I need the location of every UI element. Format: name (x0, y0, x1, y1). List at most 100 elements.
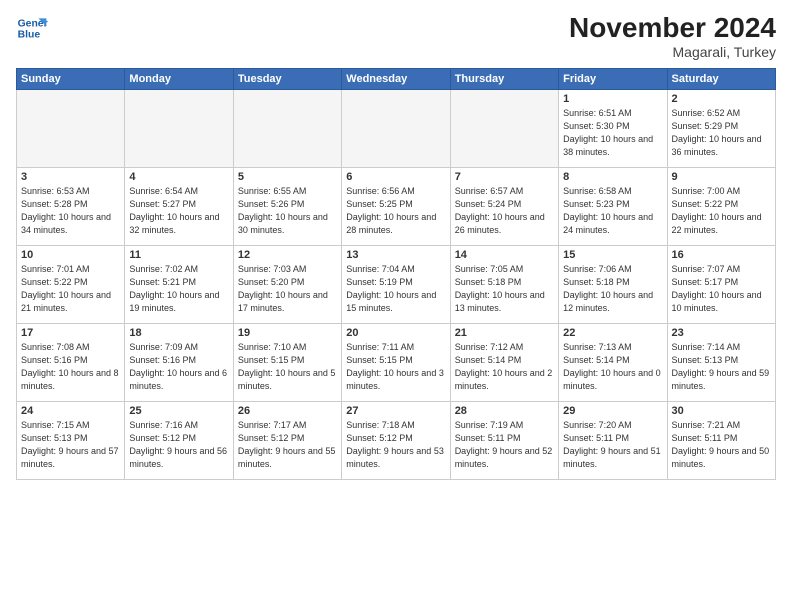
calendar-week-1: 3 Sunrise: 6:53 AM Sunset: 5:28 PM Daylig… (17, 168, 776, 246)
day-number: 9 (672, 171, 771, 183)
day-number: 2 (672, 93, 771, 105)
day-number: 28 (455, 405, 554, 417)
day-info: Sunrise: 6:55 AM Sunset: 5:26 PM Dayligh… (238, 185, 337, 237)
day-info: Sunrise: 6:54 AM Sunset: 5:27 PM Dayligh… (129, 185, 228, 237)
day-info: Sunrise: 7:01 AM Sunset: 5:22 PM Dayligh… (21, 263, 120, 315)
table-row: 8 Sunrise: 6:58 AM Sunset: 5:23 PM Daylig… (559, 168, 667, 246)
day-number: 15 (563, 249, 662, 261)
day-info: Sunrise: 7:02 AM Sunset: 5:21 PM Dayligh… (129, 263, 228, 315)
calendar-week-0: 1 Sunrise: 6:51 AM Sunset: 5:30 PM Daylig… (17, 90, 776, 168)
th-tuesday: Tuesday (233, 69, 341, 90)
day-info: Sunrise: 7:19 AM Sunset: 5:11 PM Dayligh… (455, 419, 554, 471)
day-info: Sunrise: 6:51 AM Sunset: 5:30 PM Dayligh… (563, 107, 662, 159)
th-thursday: Thursday (450, 69, 558, 90)
table-row: 1 Sunrise: 6:51 AM Sunset: 5:30 PM Daylig… (559, 90, 667, 168)
day-number: 12 (238, 249, 337, 261)
day-number: 29 (563, 405, 662, 417)
header-row: Sunday Monday Tuesday Wednesday Thursday… (17, 69, 776, 90)
day-info: Sunrise: 7:08 AM Sunset: 5:16 PM Dayligh… (21, 341, 120, 393)
table-row: 14 Sunrise: 7:05 AM Sunset: 5:18 PM Dayli… (450, 246, 558, 324)
logo: General Blue (16, 12, 48, 44)
table-row: 30Sunrise: 7:21 AM Sunset: 5:11 PM Dayli… (667, 402, 775, 480)
table-row (17, 90, 125, 168)
day-info: Sunrise: 7:17 AM Sunset: 5:12 PM Dayligh… (238, 419, 337, 471)
day-number: 24 (21, 405, 120, 417)
th-saturday: Saturday (667, 69, 775, 90)
table-row: 23Sunrise: 7:14 AM Sunset: 5:13 PM Dayli… (667, 324, 775, 402)
day-number: 30 (672, 405, 771, 417)
table-row: 21 Sunrise: 7:12 AM Sunset: 5:14 PM Dayli… (450, 324, 558, 402)
th-wednesday: Wednesday (342, 69, 450, 90)
day-number: 20 (346, 327, 445, 339)
day-number: 7 (455, 171, 554, 183)
logo-icon: General Blue (16, 12, 48, 44)
th-sunday: Sunday (17, 69, 125, 90)
day-info: Sunrise: 7:05 AM Sunset: 5:18 PM Dayligh… (455, 263, 554, 315)
day-info: Sunrise: 7:14 AM Sunset: 5:13 PM Dayligh… (672, 341, 771, 393)
day-info: Sunrise: 7:12 AM Sunset: 5:14 PM Dayligh… (455, 341, 554, 393)
month-title: November 2024 (569, 12, 776, 44)
table-row: 18 Sunrise: 7:09 AM Sunset: 5:16 PM Dayli… (125, 324, 233, 402)
title-area: November 2024 Magarali, Turkey (569, 12, 776, 60)
day-number: 3 (21, 171, 120, 183)
table-row: 10Sunrise: 7:01 AM Sunset: 5:22 PM Dayli… (17, 246, 125, 324)
day-info: Sunrise: 6:58 AM Sunset: 5:23 PM Dayligh… (563, 185, 662, 237)
table-row: 2 Sunrise: 6:52 AM Sunset: 5:29 PM Daylig… (667, 90, 775, 168)
table-row: 29 Sunrise: 7:20 AM Sunset: 5:11 PM Dayli… (559, 402, 667, 480)
day-number: 22 (563, 327, 662, 339)
day-info: Sunrise: 7:20 AM Sunset: 5:11 PM Dayligh… (563, 419, 662, 471)
table-row: 20 Sunrise: 7:11 AM Sunset: 5:15 PM Dayli… (342, 324, 450, 402)
calendar-table: Sunday Monday Tuesday Wednesday Thursday… (16, 68, 776, 480)
day-number: 18 (129, 327, 228, 339)
day-number: 14 (455, 249, 554, 261)
day-info: Sunrise: 7:09 AM Sunset: 5:16 PM Dayligh… (129, 341, 228, 393)
table-row (450, 90, 558, 168)
table-row: 24Sunrise: 7:15 AM Sunset: 5:13 PM Dayli… (17, 402, 125, 480)
table-row: 15 Sunrise: 7:06 AM Sunset: 5:18 PM Dayli… (559, 246, 667, 324)
table-row (342, 90, 450, 168)
table-row: 22 Sunrise: 7:13 AM Sunset: 5:14 PM Dayli… (559, 324, 667, 402)
header: General Blue November 2024 Magarali, Tur… (16, 12, 776, 60)
day-info: Sunrise: 7:11 AM Sunset: 5:15 PM Dayligh… (346, 341, 445, 393)
table-row: 4 Sunrise: 6:54 AM Sunset: 5:27 PM Daylig… (125, 168, 233, 246)
table-row: 19 Sunrise: 7:10 AM Sunset: 5:15 PM Dayli… (233, 324, 341, 402)
th-monday: Monday (125, 69, 233, 90)
calendar-week-2: 10Sunrise: 7:01 AM Sunset: 5:22 PM Dayli… (17, 246, 776, 324)
day-info: Sunrise: 7:10 AM Sunset: 5:15 PM Dayligh… (238, 341, 337, 393)
day-info: Sunrise: 7:00 AM Sunset: 5:22 PM Dayligh… (672, 185, 771, 237)
table-row: 11 Sunrise: 7:02 AM Sunset: 5:21 PM Dayli… (125, 246, 233, 324)
day-info: Sunrise: 6:56 AM Sunset: 5:25 PM Dayligh… (346, 185, 445, 237)
day-number: 19 (238, 327, 337, 339)
table-row: 12Sunrise: 7:03 AM Sunset: 5:20 PM Dayli… (233, 246, 341, 324)
table-row: 6 Sunrise: 6:56 AM Sunset: 5:25 PM Daylig… (342, 168, 450, 246)
table-row (125, 90, 233, 168)
page: General Blue November 2024 Magarali, Tur… (0, 0, 792, 612)
table-row: 17 Sunrise: 7:08 AM Sunset: 5:16 PM Dayli… (17, 324, 125, 402)
day-number: 1 (563, 93, 662, 105)
day-info: Sunrise: 6:53 AM Sunset: 5:28 PM Dayligh… (21, 185, 120, 237)
day-info: Sunrise: 7:13 AM Sunset: 5:14 PM Dayligh… (563, 341, 662, 393)
table-row: 28 Sunrise: 7:19 AM Sunset: 5:11 PM Dayli… (450, 402, 558, 480)
day-info: Sunrise: 6:52 AM Sunset: 5:29 PM Dayligh… (672, 107, 771, 159)
day-number: 5 (238, 171, 337, 183)
table-row: 7Sunrise: 6:57 AM Sunset: 5:24 PM Daylig… (450, 168, 558, 246)
day-number: 4 (129, 171, 228, 183)
table-row: 9 Sunrise: 7:00 AM Sunset: 5:22 PM Daylig… (667, 168, 775, 246)
day-info: Sunrise: 7:18 AM Sunset: 5:12 PM Dayligh… (346, 419, 445, 471)
day-number: 25 (129, 405, 228, 417)
calendar-week-3: 17 Sunrise: 7:08 AM Sunset: 5:16 PM Dayli… (17, 324, 776, 402)
day-info: Sunrise: 7:07 AM Sunset: 5:17 PM Dayligh… (672, 263, 771, 315)
day-number: 6 (346, 171, 445, 183)
day-number: 16 (672, 249, 771, 261)
calendar-week-4: 24Sunrise: 7:15 AM Sunset: 5:13 PM Dayli… (17, 402, 776, 480)
day-info: Sunrise: 7:06 AM Sunset: 5:18 PM Dayligh… (563, 263, 662, 315)
table-row (233, 90, 341, 168)
day-number: 21 (455, 327, 554, 339)
day-number: 27 (346, 405, 445, 417)
table-row: 26Sunrise: 7:17 AM Sunset: 5:12 PM Dayli… (233, 402, 341, 480)
day-number: 8 (563, 171, 662, 183)
day-number: 11 (129, 249, 228, 261)
day-number: 17 (21, 327, 120, 339)
location-title: Magarali, Turkey (569, 44, 776, 60)
table-row: 16 Sunrise: 7:07 AM Sunset: 5:17 PM Dayli… (667, 246, 775, 324)
